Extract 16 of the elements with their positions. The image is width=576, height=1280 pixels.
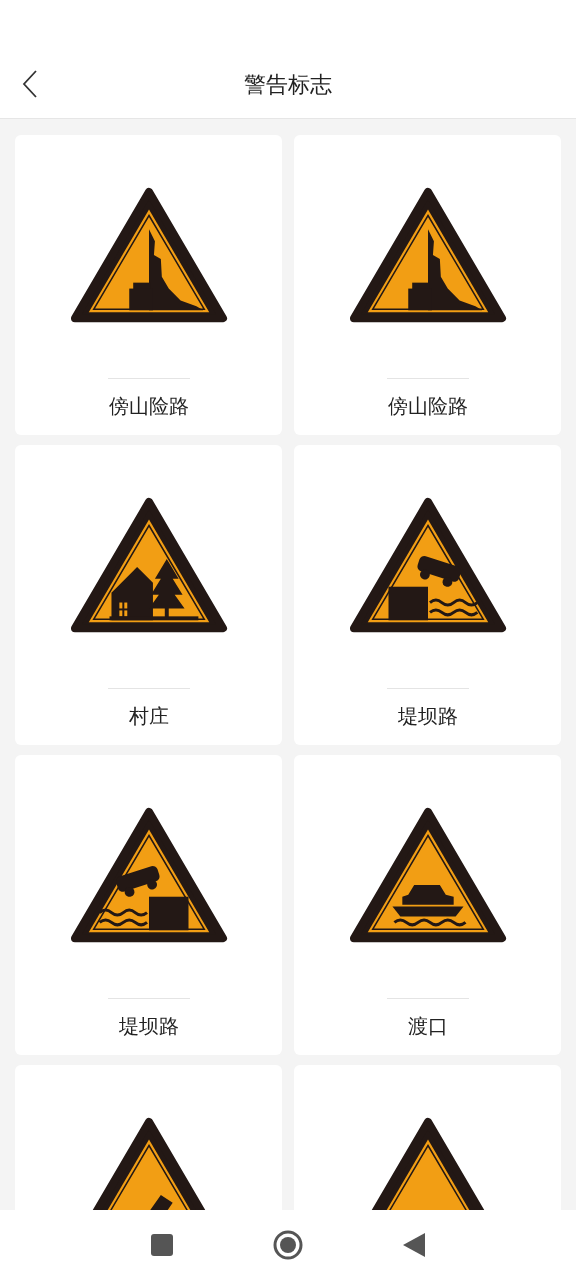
sign-card[interactable]: 堤坝路 [294,445,561,745]
sign-label: 渡口 [407,1014,448,1039]
page-title: 警告标志 [244,70,332,99]
sign-label: 傍山险路 [387,394,468,419]
sign-label: 傍山险路 [108,394,189,419]
sign-label: 堤坝路 [118,1014,179,1039]
sign-card[interactable]: 傍山险路 [15,135,282,435]
back-icon [22,70,38,98]
sign-card[interactable]: 傍山险路 [294,135,561,435]
sign-card[interactable]: 渡口 [294,755,561,1055]
home-icon[interactable] [273,1230,303,1260]
sign-card[interactable]: 村庄 [15,445,282,745]
sign-label: 村庄 [128,704,169,729]
back-nav-icon[interactable] [403,1233,425,1257]
sign-card[interactable]: 堤坝路 [15,755,282,1055]
sign-label: 堤坝路 [397,704,458,729]
